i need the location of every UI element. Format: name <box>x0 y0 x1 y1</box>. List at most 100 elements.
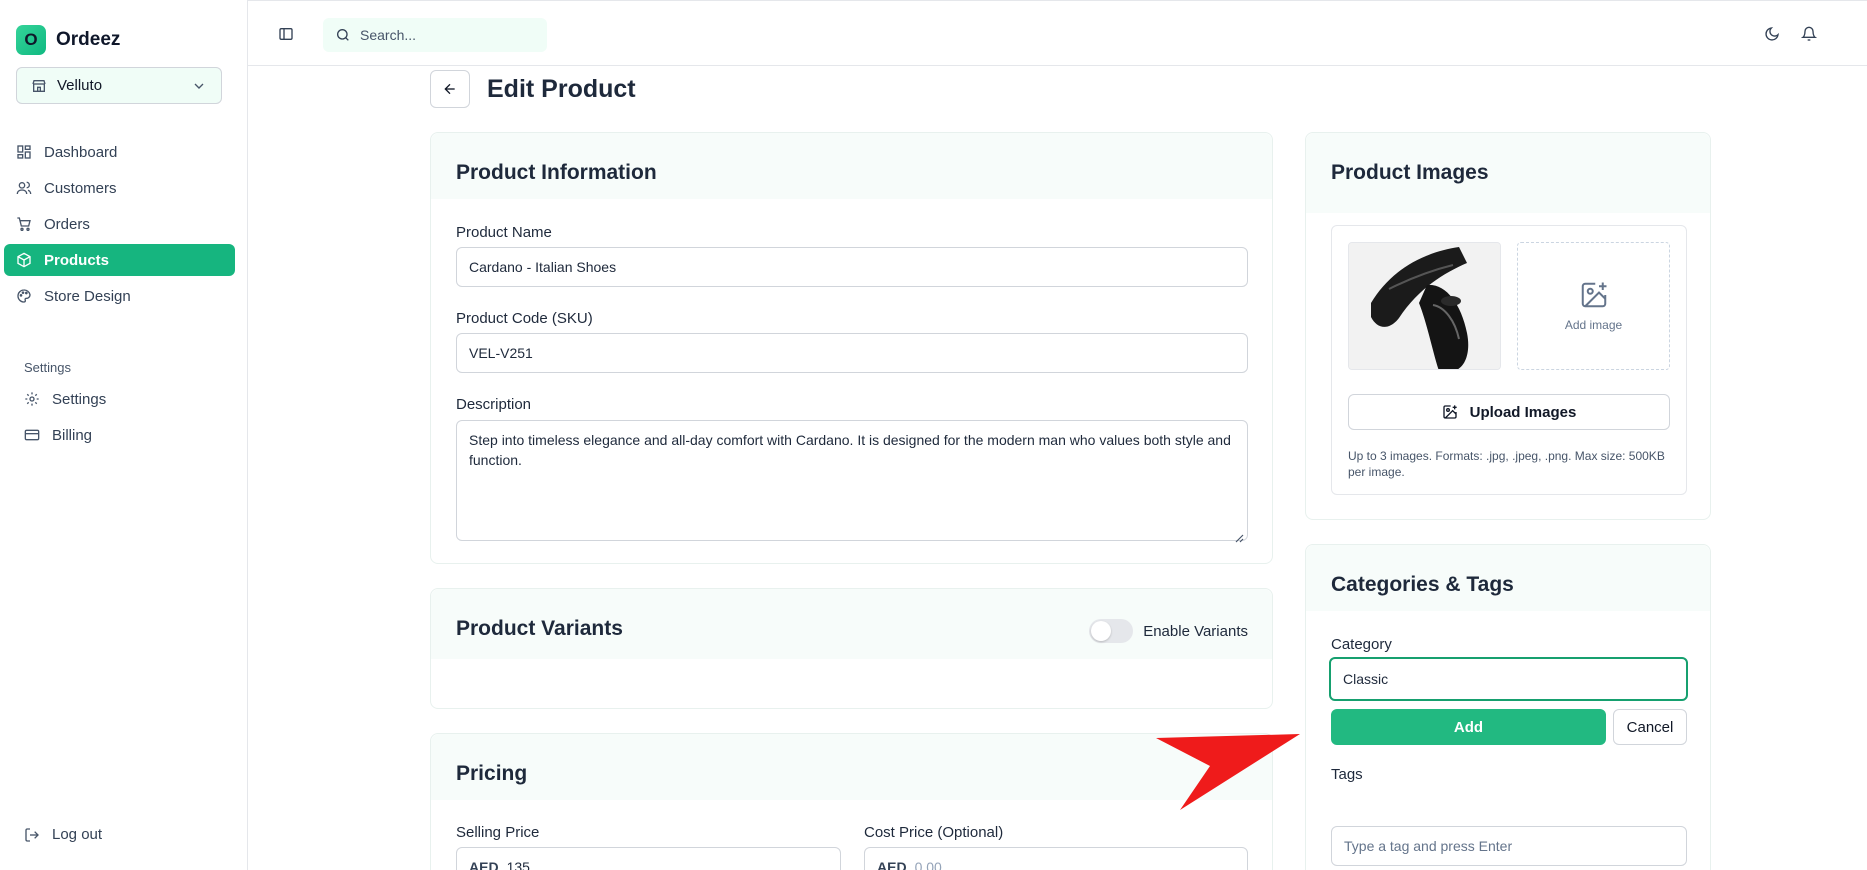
search-icon <box>335 27 351 43</box>
description-value: Step into timeless elegance and all-day … <box>469 432 1231 468</box>
store-selector-value: Velluto <box>57 77 103 94</box>
product-images-card: Product Images Add image Upload Images U… <box>1305 132 1711 520</box>
bell-icon[interactable] <box>1801 26 1817 42</box>
nav-item-billing[interactable]: Billing <box>12 419 235 451</box>
description-label: Description <box>456 396 532 413</box>
logout-button[interactable]: Log out <box>24 826 102 843</box>
currency-prefix: AED <box>469 859 499 870</box>
nav-item-label: Products <box>44 251 110 269</box>
logout-label: Log out <box>52 826 103 843</box>
nav-item-customers[interactable]: Customers <box>4 172 235 204</box>
add-category-button[interactable]: Add <box>1331 709 1606 745</box>
page-title: Edit Product <box>487 74 636 103</box>
moon-icon[interactable] <box>1764 26 1780 42</box>
selling-price-value: 135 <box>506 859 530 870</box>
card-header: Product Images <box>1306 133 1710 213</box>
card-title: Pricing <box>456 762 528 785</box>
category-label: Category <box>1331 636 1392 653</box>
nav-item-label: Orders <box>44 215 90 233</box>
selling-price-input[interactable]: AED 135 <box>456 847 841 870</box>
back-button[interactable] <box>430 70 470 108</box>
description-textarea[interactable]: Step into timeless elegance and all-day … <box>456 420 1248 543</box>
nav-item-dashboard[interactable]: Dashboard <box>4 136 235 168</box>
product-info-card: Product Information Product Name Cardano… <box>430 132 1273 564</box>
credit-card-icon <box>24 427 40 443</box>
pricing-card: Pricing Selling Price AED 135 Cost Price… <box>430 733 1273 870</box>
sku-value: VEL-V251 <box>469 345 533 361</box>
enable-variants-toggle[interactable] <box>1089 619 1134 643</box>
shoe-photo <box>1349 243 1500 369</box>
image-plus-icon <box>1579 280 1609 310</box>
brand: O Ordeez <box>16 25 120 55</box>
sku-input[interactable]: VEL-V251 <box>456 333 1248 373</box>
app-logo: O <box>16 25 46 55</box>
arrow-left-icon <box>442 81 458 97</box>
card-title: Product Information <box>456 161 657 184</box>
card-header: Product Information <box>431 133 1272 199</box>
enable-variants-toggle-group: Enable Variants <box>1089 619 1248 643</box>
cost-price-placeholder: 0.00 <box>914 859 942 870</box>
selling-price-label: Selling Price <box>456 824 540 841</box>
cost-price-input[interactable]: AED 0.00 <box>864 847 1248 870</box>
nav-item-store-design[interactable]: Store Design <box>4 280 235 312</box>
enable-variants-label: Enable Variants <box>1143 622 1248 640</box>
add-image-slot[interactable]: Add image <box>1517 242 1670 370</box>
product-variants-card: Product Variants Enable Variants <box>430 588 1273 709</box>
main-nav: Dashboard Customers Orders Products Stor… <box>4 136 235 316</box>
cancel-category-button[interactable]: Cancel <box>1613 709 1687 745</box>
nav-item-settings[interactable]: Settings <box>12 383 235 415</box>
category-input[interactable]: Classic <box>1329 657 1688 701</box>
image-upload-area: Add image Upload Images Up to 3 images. … <box>1331 225 1687 495</box>
palette-icon <box>16 288 32 304</box>
dashboard-icon <box>16 144 32 160</box>
card-header: Categories & Tags <box>1306 545 1710 611</box>
tags-input[interactable]: Type a tag and press Enter <box>1331 826 1687 866</box>
app-name: Ordeez <box>56 29 121 50</box>
category-value: Classic <box>1343 671 1389 687</box>
topbar: Search... <box>248 0 1867 66</box>
users-icon <box>16 180 32 196</box>
upload-images-button[interactable]: Upload Images <box>1348 394 1670 430</box>
cost-price-label: Cost Price (Optional) <box>864 824 1004 841</box>
card-title: Product Images <box>1331 161 1489 184</box>
annotation-arrow <box>1156 734 1300 810</box>
currency-prefix: AED <box>877 859 907 870</box>
nav-section-settings: Settings <box>24 360 71 375</box>
product-name-input[interactable]: Cardano - Italian Shoes <box>456 247 1248 287</box>
nav-item-label: Store Design <box>44 287 131 305</box>
upload-images-label: Upload Images <box>1469 403 1577 421</box>
nav-item-label: Dashboard <box>44 143 118 161</box>
box-icon <box>16 252 32 268</box>
sidebar: O Ordeez Velluto Dashboard Customers Ord… <box>0 0 248 870</box>
chevron-down-icon <box>191 78 207 94</box>
image-help-text: Up to 3 images. Formats: .jpg, .jpeg, .p… <box>1348 449 1665 479</box>
gear-icon <box>24 391 40 407</box>
image-upload-icon <box>1442 404 1458 420</box>
logout-icon <box>24 827 40 843</box>
product-image-thumbnail[interactable] <box>1348 242 1501 370</box>
card-header: Pricing <box>431 734 1272 800</box>
nav-item-orders[interactable]: Orders <box>4 208 235 240</box>
sku-label: Product Code (SKU) <box>456 310 593 327</box>
cart-icon <box>16 216 32 232</box>
card-header: Product Variants Enable Variants <box>431 589 1272 659</box>
add-image-label: Add image <box>1564 318 1623 332</box>
sidebar-toggle-icon[interactable] <box>278 26 294 42</box>
resize-handle-icon[interactable] <box>1234 528 1244 543</box>
categories-tags-card: Categories & Tags Category Classic Add C… <box>1305 544 1711 870</box>
search-input[interactable]: Search... <box>323 18 547 52</box>
card-title: Categories & Tags <box>1331 573 1514 596</box>
product-name-value: Cardano - Italian Shoes <box>469 259 617 275</box>
settings-nav: Settings Billing <box>12 383 235 455</box>
store-icon <box>31 78 47 94</box>
search-placeholder: Search... <box>360 27 417 43</box>
tags-label: Tags <box>1331 766 1363 783</box>
store-selector[interactable]: Velluto <box>16 67 222 104</box>
nav-item-label: Customers <box>44 179 117 197</box>
nav-item-label: Settings <box>52 390 107 408</box>
product-name-label: Product Name <box>456 224 552 241</box>
page-header: Edit Product <box>430 70 636 108</box>
nav-item-label: Billing <box>52 426 93 444</box>
nav-item-products[interactable]: Products <box>4 244 235 276</box>
tags-placeholder: Type a tag and press Enter <box>1344 838 1513 854</box>
